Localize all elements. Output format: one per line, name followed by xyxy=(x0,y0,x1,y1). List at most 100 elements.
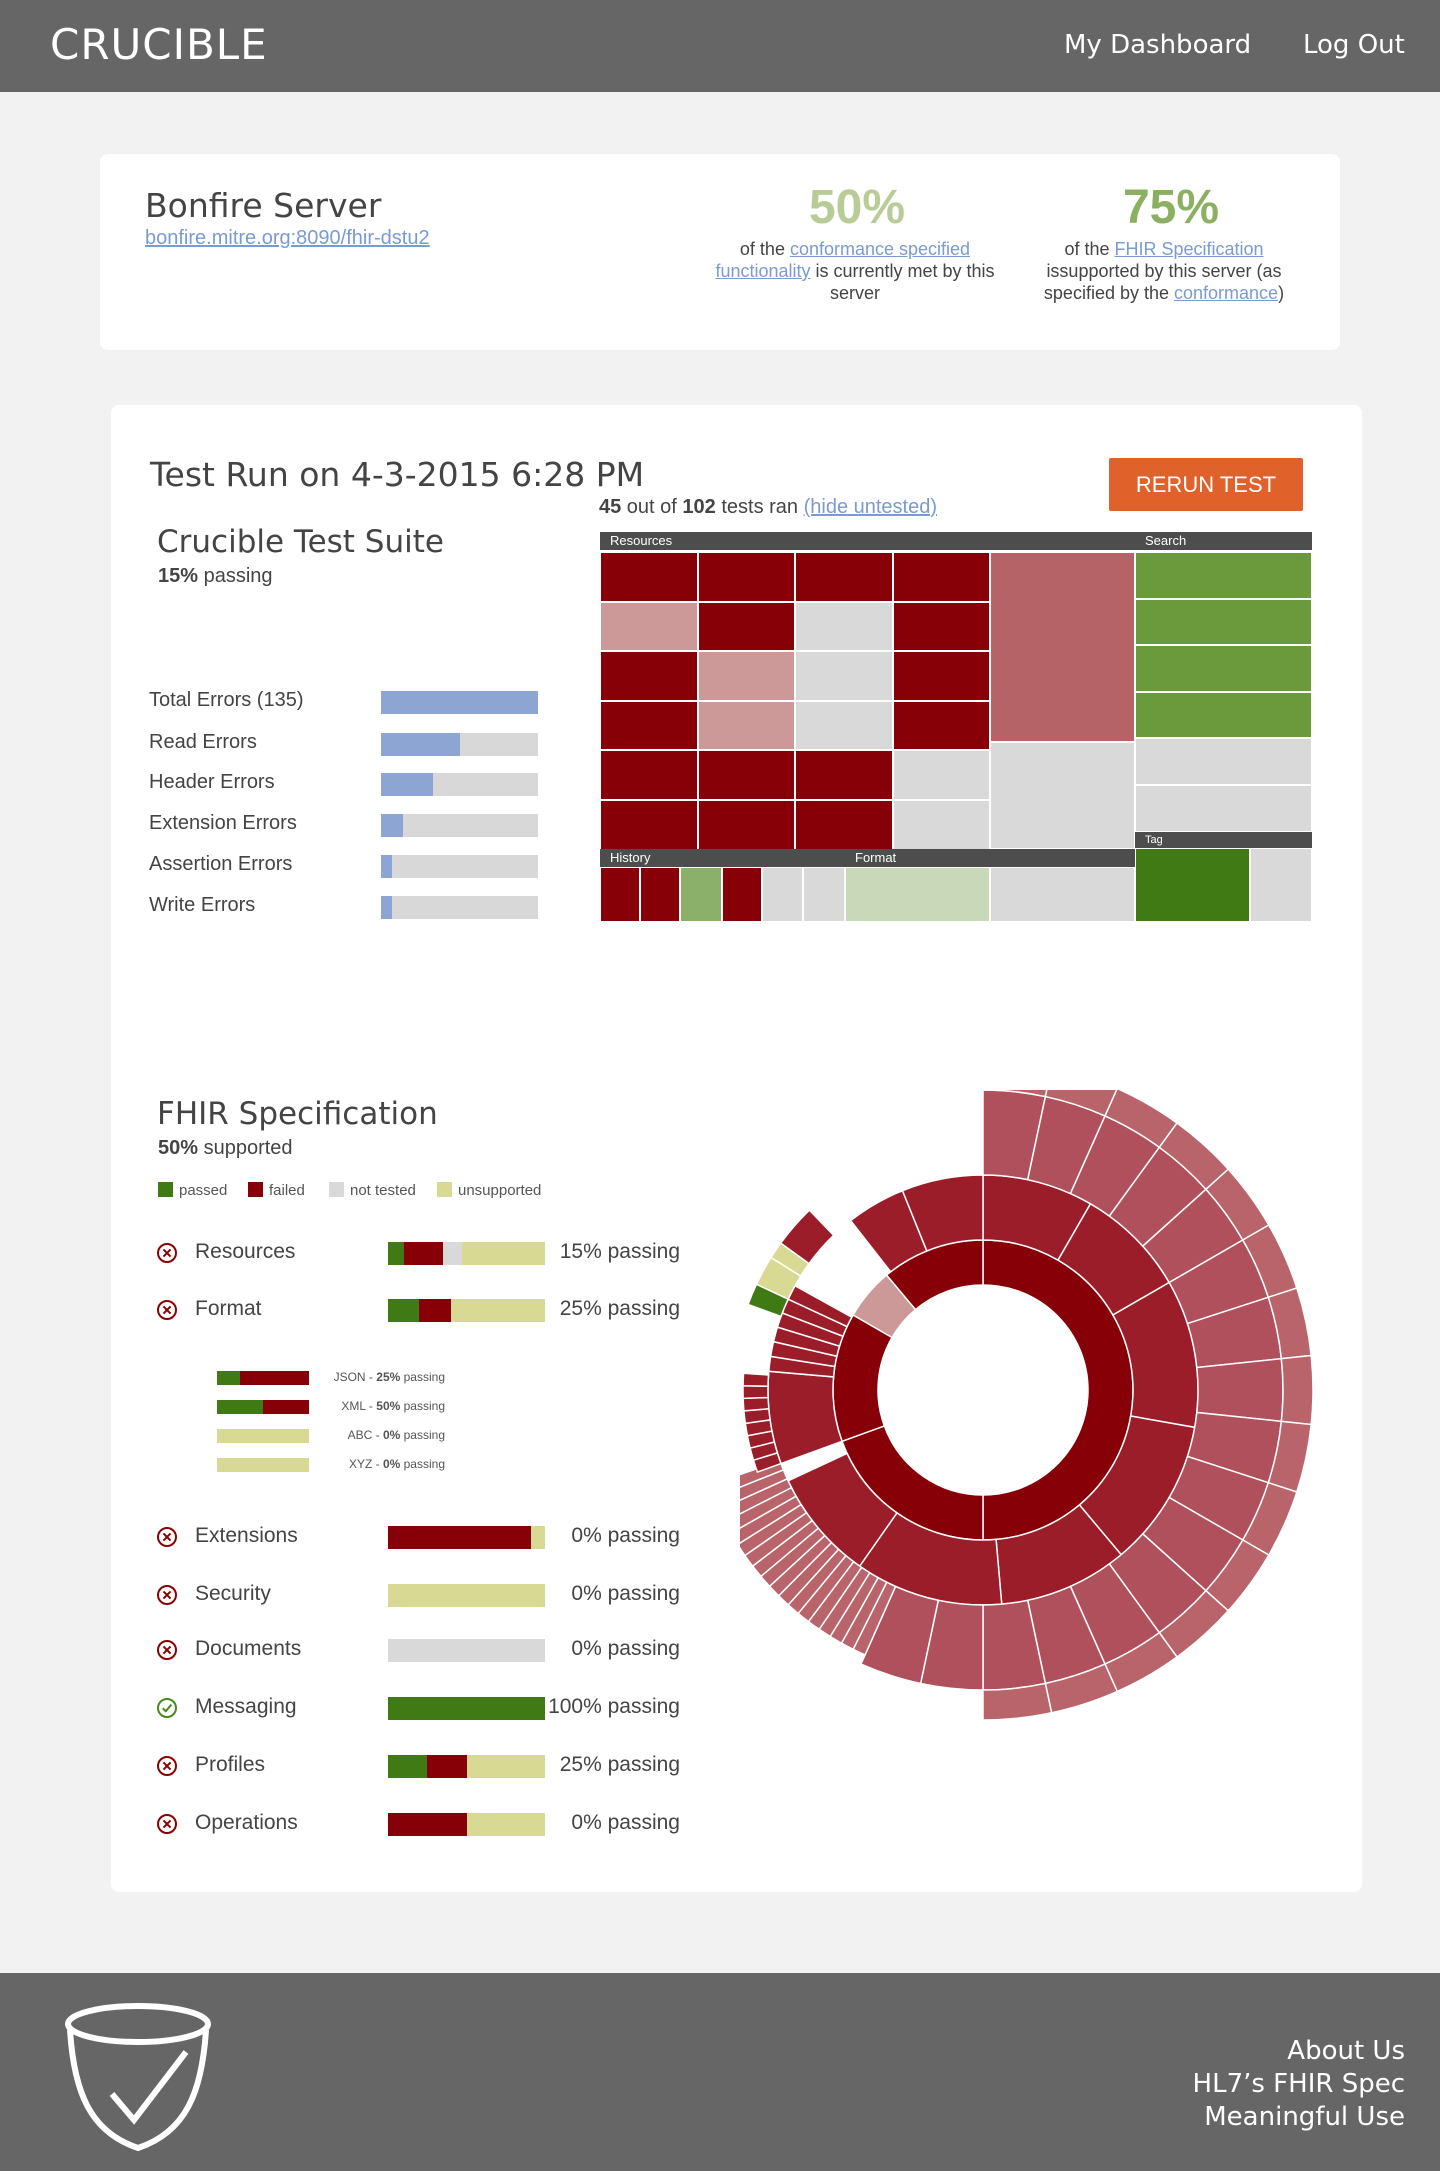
treemap-cell[interactable] xyxy=(795,651,893,701)
treemap-cell[interactable] xyxy=(990,867,1135,922)
legend-swatch-unsupported xyxy=(437,1182,452,1197)
treemap-cell[interactable] xyxy=(892,651,990,701)
treemap-cell[interactable] xyxy=(697,750,795,800)
sunburst-segment[interactable] xyxy=(1195,1357,1284,1423)
treemap-cell[interactable] xyxy=(697,601,795,652)
treemap-cell[interactable] xyxy=(722,867,762,922)
tests-total: 102 xyxy=(682,496,716,518)
format-passing: passing xyxy=(400,1370,445,1384)
treemap-cell[interactable] xyxy=(1135,552,1312,599)
nav-my-dashboard[interactable]: My Dashboard xyxy=(1064,30,1251,60)
treemap-cell[interactable] xyxy=(990,742,1135,849)
format-label: XYZ - 0% passing xyxy=(300,1457,445,1471)
treemap-cell[interactable] xyxy=(600,750,698,800)
category-label[interactable]: Operations xyxy=(195,1811,298,1835)
treemap-cell[interactable] xyxy=(697,651,795,701)
treemap-cell[interactable] xyxy=(600,651,698,701)
sunburst-segment[interactable] xyxy=(767,1370,844,1465)
stat-text: ) xyxy=(1278,283,1285,303)
category-label[interactable]: Format xyxy=(195,1297,262,1321)
category-label[interactable]: Resources xyxy=(195,1240,295,1264)
error-label: Extension Errors xyxy=(149,812,297,834)
format-pct: 50% xyxy=(376,1399,401,1413)
footer-about-us-link[interactable]: About Us xyxy=(1287,2036,1405,2066)
error-bar-track xyxy=(381,896,538,919)
error-bar-fill xyxy=(381,814,403,837)
treemap-cell[interactable] xyxy=(803,867,845,922)
treemap-cell[interactable] xyxy=(1135,738,1312,785)
treemap-cell[interactable] xyxy=(600,867,640,922)
error-label: Read Errors xyxy=(149,731,257,753)
treemap-cell[interactable] xyxy=(892,800,990,850)
treemap-cell[interactable] xyxy=(680,867,722,922)
conformance-link[interactable]: conformance xyxy=(1174,283,1278,303)
sunburst-segment[interactable] xyxy=(742,1372,770,1388)
treemap-cell[interactable] xyxy=(795,750,893,800)
bar-segment-failed xyxy=(388,1526,531,1549)
bar-segment-unsupported xyxy=(217,1429,309,1443)
server-url-link[interactable]: bonfire.mitre.org:8090/fhir-dstu2 xyxy=(145,227,430,250)
treemap-cell[interactable] xyxy=(892,750,990,800)
treemap-cell[interactable] xyxy=(600,800,698,850)
treemap-cell[interactable] xyxy=(1135,691,1312,738)
category-label[interactable]: Messaging xyxy=(195,1695,297,1719)
treemap-cell[interactable] xyxy=(697,552,795,602)
treemap-cell[interactable] xyxy=(795,700,893,751)
treemap-cell[interactable] xyxy=(600,700,698,751)
category-label[interactable]: Security xyxy=(195,1582,271,1606)
treemap-cell[interactable] xyxy=(600,552,698,602)
error-bar-fill xyxy=(381,691,538,714)
footer-hl7-fhir-spec-link[interactable]: HL7’s FHIR Spec xyxy=(1193,2069,1405,2099)
format-bar xyxy=(217,1371,309,1385)
treemap-cell[interactable] xyxy=(892,552,990,602)
bar-segment-failed xyxy=(388,1813,467,1836)
treemap-cell[interactable] xyxy=(600,601,698,652)
error-bar-fill xyxy=(381,896,392,919)
treemap-cell[interactable] xyxy=(795,601,893,652)
treemap-header-resources: Resources xyxy=(600,532,1135,550)
sunburst-segment[interactable] xyxy=(742,1385,769,1400)
treemap-cell[interactable] xyxy=(697,800,795,850)
crucible-cup-logo xyxy=(65,2003,211,2152)
treemap-cell[interactable] xyxy=(1135,848,1250,922)
rerun-test-button[interactable]: RERUN TEST xyxy=(1109,458,1303,511)
sunburst-segment[interactable] xyxy=(742,1396,770,1412)
format-name: XYZ - xyxy=(348,1457,383,1471)
hide-untested-link[interactable]: (hide untested) xyxy=(804,496,937,518)
treemap-cell[interactable] xyxy=(1135,645,1312,692)
error-bar-track xyxy=(381,733,538,756)
suite-passing: 15% passing xyxy=(158,565,273,588)
app-logo-text[interactable]: CRUCIBLE xyxy=(50,20,268,69)
treemap-cell[interactable] xyxy=(762,867,803,922)
category-pct: 0% passing xyxy=(571,1582,680,1605)
bar-segment-failed xyxy=(419,1299,451,1322)
error-label: Write Errors xyxy=(149,894,256,916)
spec-sunburst-chart xyxy=(740,1090,1314,1721)
error-bar-fill xyxy=(381,733,460,756)
sunburst-segment[interactable] xyxy=(1280,1354,1314,1426)
treemap-cell[interactable] xyxy=(1135,598,1312,645)
treemap-cell[interactable] xyxy=(640,867,680,922)
treemap-cell[interactable] xyxy=(795,800,893,850)
legend-swatch-not-tested xyxy=(329,1182,344,1197)
category-label[interactable]: Extensions xyxy=(195,1524,298,1548)
fhir-specification-link[interactable]: FHIR Specification xyxy=(1114,239,1263,259)
treemap-cell[interactable] xyxy=(892,601,990,652)
bar-segment-passed xyxy=(217,1400,263,1414)
treemap-cell[interactable] xyxy=(990,552,1135,742)
treemap-cell[interactable] xyxy=(892,700,990,751)
bar-segment-passed xyxy=(388,1755,428,1778)
spec-stat-value: 75% xyxy=(1122,181,1220,234)
treemap-cell[interactable] xyxy=(1250,848,1312,922)
nav-log-out[interactable]: Log Out xyxy=(1303,30,1405,60)
x-circle-icon xyxy=(157,1756,177,1776)
treemap-cell[interactable] xyxy=(845,867,990,922)
tests-ran-count: 45 xyxy=(599,496,622,518)
suite-pct: 15% xyxy=(158,565,199,587)
category-label[interactable]: Documents xyxy=(195,1637,301,1661)
treemap-cell[interactable] xyxy=(795,552,893,602)
footer-meaningful-use-link[interactable]: Meaningful Use xyxy=(1204,2102,1405,2132)
treemap-cell[interactable] xyxy=(1135,785,1312,832)
treemap-cell[interactable] xyxy=(697,700,795,751)
category-label[interactable]: Profiles xyxy=(195,1753,265,1777)
